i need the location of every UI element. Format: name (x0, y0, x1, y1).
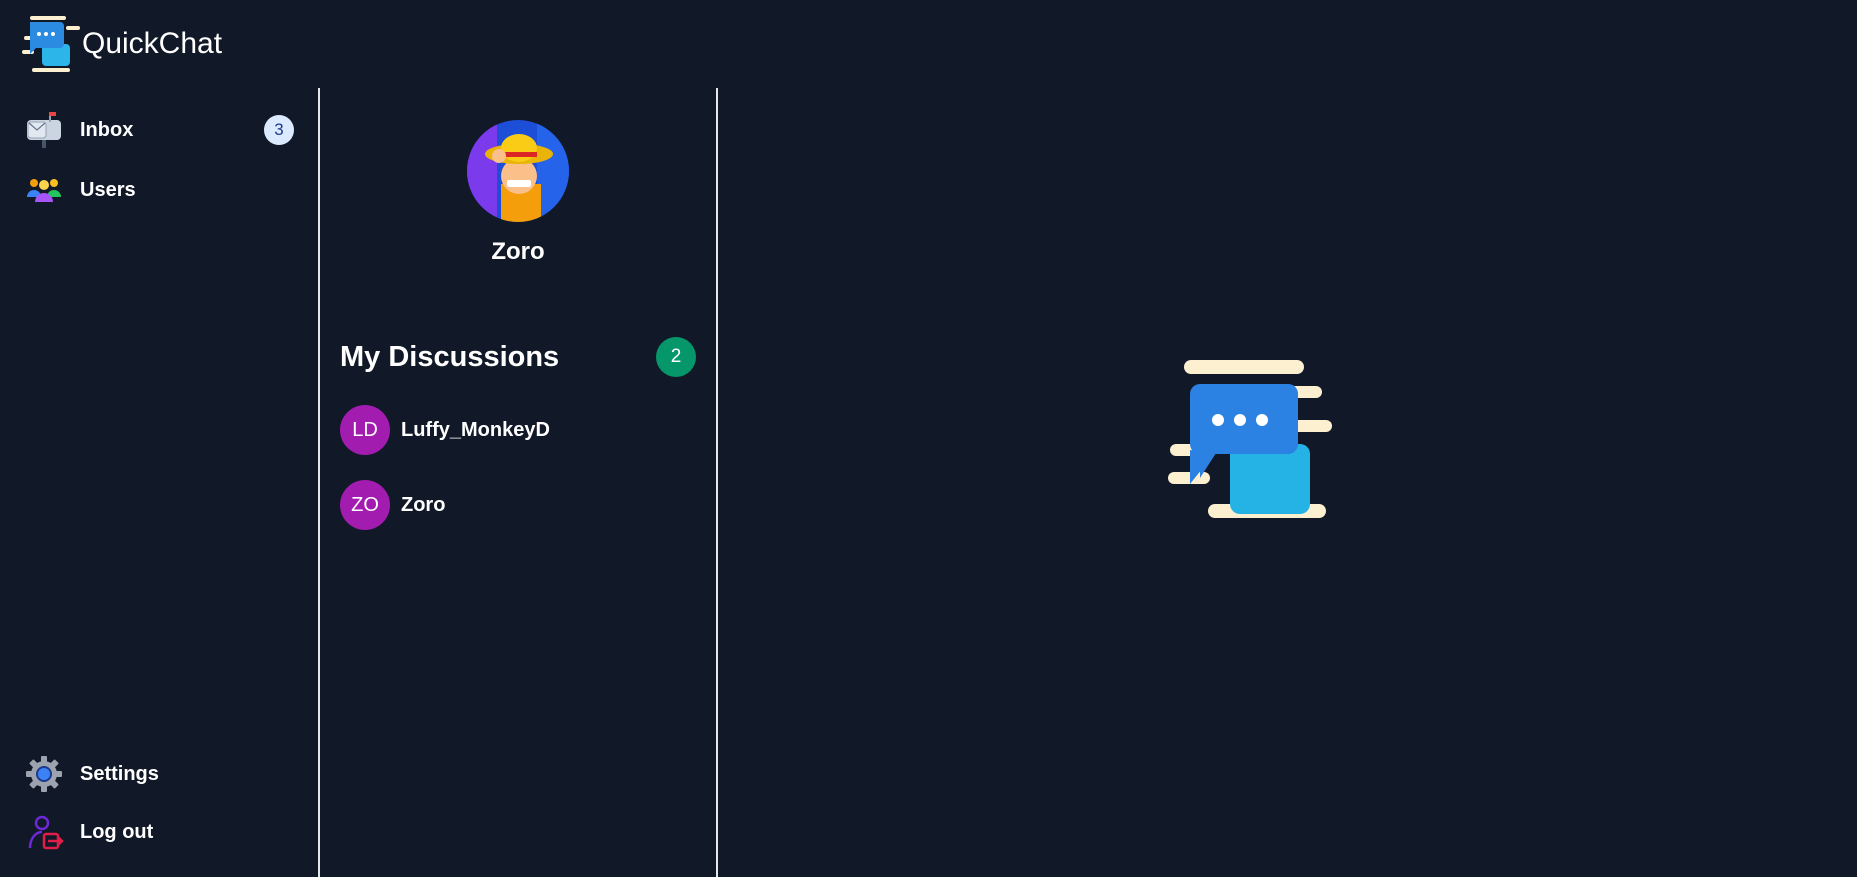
sidebar-item-users[interactable]: Users (24, 168, 294, 212)
discussions-count-badge: 2 (656, 337, 696, 377)
conversation-item[interactable]: LD Luffy_MonkeyD (340, 404, 696, 456)
sidebar: Inbox 3 Users Settings Log out (0, 88, 320, 877)
conversation-name: Zoro (401, 493, 446, 516)
app-window: QuickChat Inbox 3 Users Settings Log out… (0, 0, 1857, 877)
avatar: ZO (340, 480, 390, 530)
avatar: LD (340, 405, 390, 455)
discussions-header: My Discussions 2 (340, 336, 696, 378)
logout-icon (24, 812, 64, 852)
user-avatar-photo-icon[interactable] (467, 120, 569, 222)
top-bar: QuickChat (0, 0, 1857, 88)
profile-card: Zoro (320, 120, 716, 266)
profile-name: Zoro (491, 238, 545, 265)
inbox-count-badge: 3 (264, 115, 294, 145)
brand[interactable]: QuickChat (22, 14, 222, 74)
sidebar-item-settings[interactable]: Settings (24, 752, 294, 796)
conversation-name: Luffy_MonkeyD (401, 418, 550, 441)
sidebar-item-label: Users (80, 178, 136, 201)
sidebar-item-label: Settings (80, 762, 159, 785)
conversation-item[interactable]: ZO Zoro (340, 479, 696, 531)
app-name: QuickChat (82, 27, 223, 60)
users-group-icon (24, 170, 64, 210)
gear-icon (24, 754, 64, 794)
chat-main-area (718, 88, 1857, 877)
chat-bubbles-logo-icon (22, 16, 80, 72)
mailbox-icon (24, 110, 64, 150)
sidebar-item-logout[interactable]: Log out (24, 810, 294, 854)
discussions-panel: Zoro My Discussions 2 LD Luffy_MonkeyD Z… (320, 88, 718, 877)
sidebar-item-inbox[interactable]: Inbox 3 (24, 108, 294, 152)
discussions-title: My Discussions (340, 340, 560, 373)
sidebar-item-label: Inbox (80, 118, 134, 141)
sidebar-item-label: Log out (80, 820, 154, 843)
chat-bubbles-logo-icon (1168, 360, 1332, 518)
